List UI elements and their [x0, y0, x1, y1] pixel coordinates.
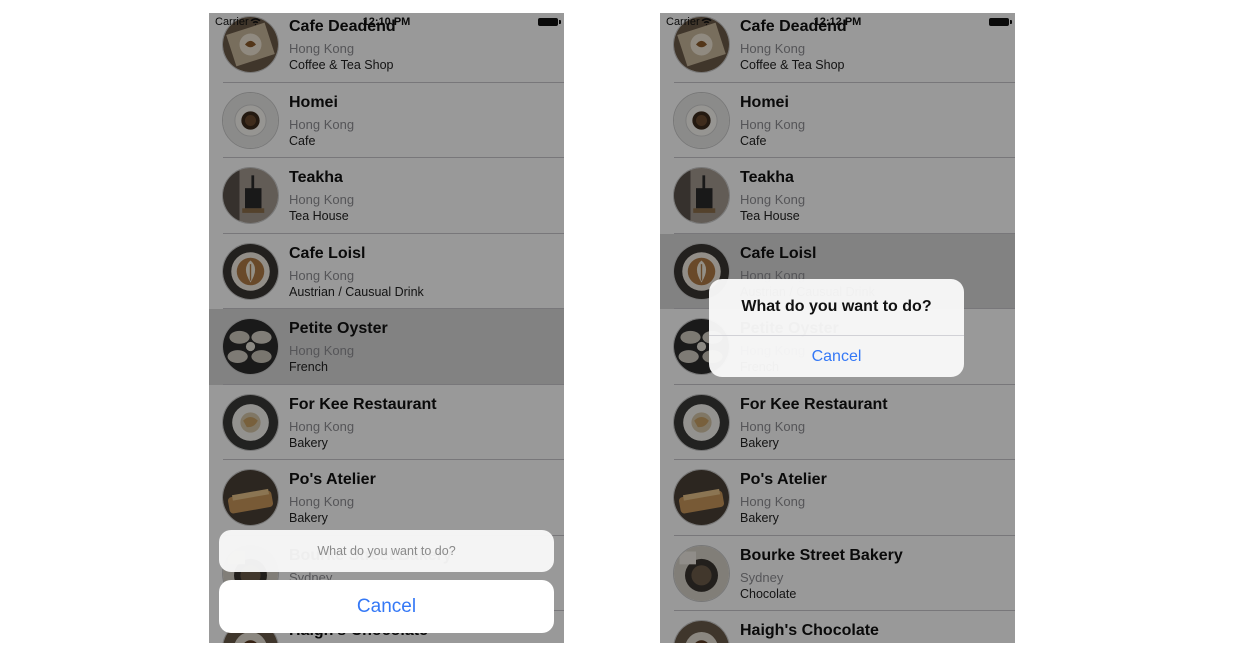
action-sheet-cancel-button[interactable]: Cancel: [219, 580, 554, 633]
alert-title: What do you want to do?: [741, 298, 932, 315]
alert-dialog: What do you want to do? Cancel: [709, 279, 964, 377]
alert-cancel-button[interactable]: Cancel: [709, 336, 964, 377]
action-sheet-title: What do you want to do?: [219, 530, 554, 572]
phone-screen-left: Carrier 12:10 PM Cafe Deadend Hong Kong Co…: [209, 13, 564, 643]
phone-screen-right: Carrier 12:12 PM Cafe Deadend Hong Kong Co…: [660, 13, 1015, 643]
